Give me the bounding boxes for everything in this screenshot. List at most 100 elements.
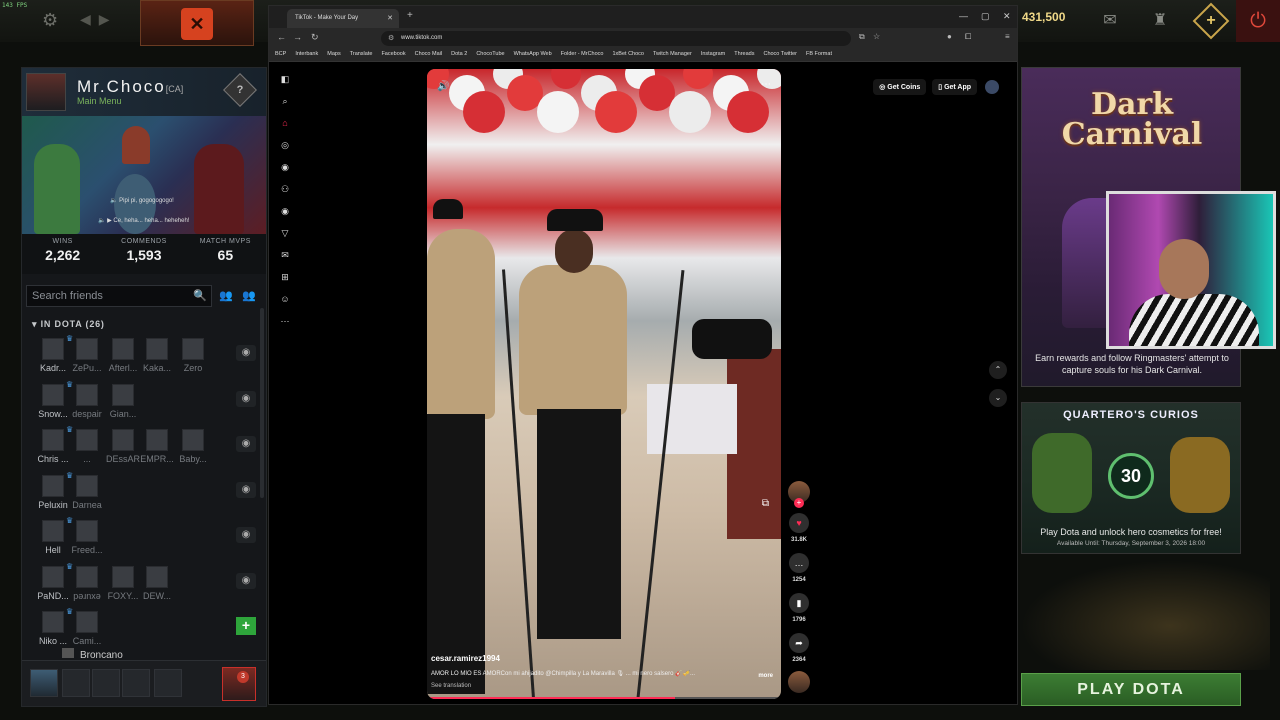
- spectate-eye-icon[interactable]: ◉: [236, 481, 256, 498]
- bookmark-item[interactable]: Maps: [327, 51, 340, 57]
- main-menu-label[interactable]: Main Menu: [77, 96, 122, 106]
- bookmark-item[interactable]: ChocoTube: [476, 51, 504, 57]
- friend-entry[interactable]: ...: [70, 429, 104, 464]
- like-icon[interactable]: ♥: [789, 513, 809, 533]
- friend-entry[interactable]: Chris ...: [36, 429, 70, 464]
- bookmark-item[interactable]: Translate: [350, 51, 373, 57]
- bookmark-item[interactable]: Dota 2: [451, 51, 467, 57]
- extensions-icon[interactable]: ⧠: [965, 32, 971, 42]
- follow-plus-icon[interactable]: +: [794, 498, 804, 508]
- friend-entry[interactable]: Kaka...: [140, 338, 174, 373]
- get-app-button[interactable]: ▯ Get App: [932, 79, 978, 95]
- friend-entry[interactable]: EMPR...: [140, 429, 174, 464]
- friend-entry[interactable]: Gian...: [106, 383, 140, 419]
- comment-icon[interactable]: …: [789, 553, 809, 573]
- friend-entry[interactable]: Hell: [36, 520, 70, 555]
- bookmark-item[interactable]: BCP: [275, 51, 286, 57]
- friend-entry[interactable]: Kadr...: [36, 338, 70, 373]
- tab-tiktok[interactable]: TikTok - Make Your Day ✕: [287, 9, 399, 28]
- minimize-icon[interactable]: —: [959, 11, 968, 21]
- friend-entry[interactable]: pǝɹnxǝ: [70, 565, 104, 601]
- activity-icon[interactable]: ▽: [279, 227, 291, 239]
- search-friends-input[interactable]: [27, 286, 177, 306]
- more-icon[interactable]: ⋯: [279, 315, 291, 327]
- bookmark-item[interactable]: Instagram: [701, 51, 725, 57]
- upload-icon[interactable]: ⊞: [279, 271, 291, 283]
- friend-entry[interactable]: despair: [70, 383, 104, 419]
- friend-entry[interactable]: Snow...: [36, 383, 70, 419]
- creator-avatar[interactable]: +: [788, 481, 810, 508]
- friend-entry[interactable]: Darnea: [70, 474, 104, 510]
- friend-entry[interactable]: DEssAR: [106, 429, 140, 464]
- friend-search-box[interactable]: 🔍: [26, 285, 212, 307]
- translate-icon[interactable]: ⧉: [859, 32, 865, 42]
- bookmark-item[interactable]: Folder - MrChoco: [561, 51, 604, 57]
- bookmark-item[interactable]: Facebook: [381, 51, 405, 57]
- site-info-icon[interactable]: ⚙: [388, 34, 394, 42]
- video-author[interactable]: cesar.ramirez1994: [431, 654, 761, 663]
- party-slot[interactable]: [62, 669, 90, 697]
- extension-icon[interactable]: ●: [947, 32, 952, 41]
- spectate-eye-icon[interactable]: ◉: [236, 345, 256, 361]
- in-dota-section[interactable]: ▾ IN DOTA (26): [22, 319, 266, 330]
- friend-entry[interactable]: DEW...: [140, 565, 174, 601]
- friends-scrollbar[interactable]: [260, 308, 264, 498]
- bookmark-item[interactable]: Choco Mail: [415, 51, 443, 57]
- music-disc-icon[interactable]: [788, 671, 810, 693]
- following-icon[interactable]: ◉: [279, 161, 291, 173]
- add-friend-icon[interactable]: 👥: [219, 289, 233, 302]
- bookmark-icon[interactable]: ▮: [789, 593, 809, 613]
- friend-entry[interactable]: Peluxin: [36, 474, 70, 510]
- next-video-icon[interactable]: ⌄: [989, 389, 1007, 407]
- sidebar-toggle-icon[interactable]: ◧: [279, 73, 291, 85]
- video-progress[interactable]: [427, 697, 781, 699]
- explore-icon[interactable]: ◎: [279, 139, 291, 151]
- user-avatar[interactable]: [985, 80, 999, 95]
- friend-entry[interactable]: ZePu...: [70, 338, 104, 373]
- bookmark-item[interactable]: Interbank: [295, 51, 318, 57]
- search-icon[interactable]: ⌕: [279, 95, 291, 107]
- back-icon[interactable]: ←: [277, 32, 286, 42]
- profile-icon[interactable]: ☺: [279, 293, 291, 305]
- profile-header[interactable]: Mr.Choco[CA] Main Menu ?: [22, 68, 266, 116]
- party-slot[interactable]: [154, 669, 182, 697]
- party-slot[interactable]: [122, 669, 150, 697]
- gear-icon[interactable]: ⚙: [42, 10, 58, 31]
- spectate-eye-icon[interactable]: ◉: [236, 390, 256, 407]
- caption-more-link[interactable]: more: [758, 673, 773, 679]
- browser-menu-icon[interactable]: ≡: [1005, 32, 1010, 41]
- previous-video-icon[interactable]: ⌃: [989, 361, 1007, 379]
- bookmark-item[interactable]: Twitch Manager: [653, 51, 692, 57]
- bookmark-item[interactable]: WhatsApp Web: [514, 51, 552, 57]
- spectate-eye-icon[interactable]: ◉: [236, 436, 256, 452]
- video-options-icon[interactable]: ⋯: [761, 79, 771, 90]
- url-input[interactable]: ⚙ www.tiktok.com: [381, 31, 851, 46]
- armory-icon[interactable]: ♜: [1147, 8, 1173, 34]
- forward-icon[interactable]: →: [293, 32, 302, 42]
- mail-icon[interactable]: ✉: [1097, 8, 1123, 34]
- see-translation-link[interactable]: See translation: [431, 683, 761, 689]
- spectate-eye-icon[interactable]: ◉: [236, 572, 256, 589]
- voice-line-2[interactable]: 🔈 ▶ Ce, heha... heha... heheheh!: [98, 217, 189, 224]
- reload-icon[interactable]: ↻: [311, 32, 319, 43]
- rank-badge-icon[interactable]: ?: [223, 73, 257, 107]
- voice-line-1[interactable]: 🔈 Pipi pi, gogogogogo!: [110, 197, 174, 204]
- dota-plus-icon[interactable]: +: [1192, 2, 1230, 40]
- add-friend-button[interactable]: +: [236, 617, 256, 635]
- maximize-icon[interactable]: ▢: [981, 11, 990, 22]
- quarteros-curios-card[interactable]: QUARTERO'S CURIOS 30 Play Dota and unloc…: [1021, 402, 1241, 554]
- friend-entry[interactable]: Cami...: [70, 611, 104, 646]
- video-player[interactable]: 🔊 ⋯ ⧉ cesar.ramirez1994 AMOR LO MÍO ES A…: [427, 69, 781, 699]
- nav-arrows[interactable]: ◀▶: [80, 11, 118, 28]
- friend-entry[interactable]: Baby...: [176, 429, 210, 464]
- volume-icon[interactable]: 🔊: [437, 81, 449, 92]
- live-icon[interactable]: ◉: [279, 205, 291, 217]
- friends-list-icon[interactable]: 👥: [242, 289, 256, 302]
- bookmark-item[interactable]: Choco Twitter: [763, 51, 797, 57]
- new-tab-icon[interactable]: +: [407, 10, 413, 21]
- dota-logo[interactable]: ✕: [140, 0, 254, 46]
- friend-entry[interactable]: PaND...: [36, 565, 70, 601]
- party-slot-self[interactable]: [30, 669, 58, 697]
- bookmark-item[interactable]: FB Format: [806, 51, 832, 57]
- party-slot[interactable]: [92, 669, 120, 697]
